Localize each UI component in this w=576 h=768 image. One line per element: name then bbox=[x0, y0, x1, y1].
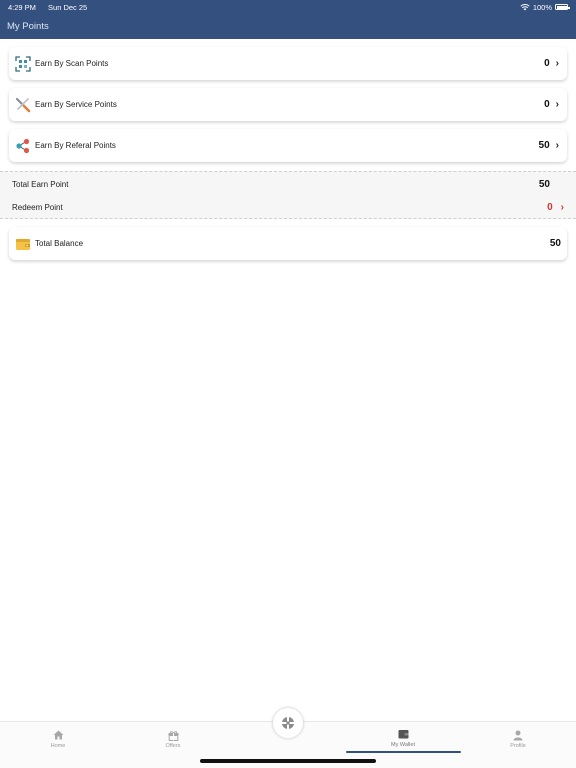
status-bar: 4:29 PM Sun Dec 25 100% bbox=[0, 0, 576, 14]
chevron-right-icon: › bbox=[555, 140, 559, 151]
page-title: My Points bbox=[7, 21, 49, 32]
card-label: Earn By Service Points bbox=[35, 100, 117, 109]
tools-icon bbox=[15, 97, 31, 113]
balance-value: 50 bbox=[549, 238, 561, 249]
card-total-balance: Total Balance 50 bbox=[9, 227, 567, 260]
status-time: 4:29 PM bbox=[8, 2, 36, 12]
wallet-icon bbox=[15, 236, 31, 252]
status-date: Sun Dec 25 bbox=[48, 2, 88, 12]
scan-focus-icon bbox=[282, 717, 294, 729]
scan-icon bbox=[15, 55, 31, 72]
total-earn-value: 50 bbox=[538, 178, 550, 190]
redeem-label: Redeem Point bbox=[12, 202, 63, 212]
card-scan-points[interactable]: Earn By Scan Points 0 › bbox=[9, 47, 567, 80]
center-scan-button[interactable] bbox=[273, 708, 303, 738]
user-icon bbox=[513, 730, 523, 741]
chevron-right-icon: › bbox=[555, 99, 559, 110]
total-earn-row: Total Earn Point 50 bbox=[12, 176, 564, 192]
card-value: 50 bbox=[538, 140, 550, 151]
points-summary: Total Earn Point 50 Redeem Point 0 › bbox=[0, 171, 576, 219]
balance-label: Total Balance bbox=[35, 239, 84, 248]
wallet-icon bbox=[398, 730, 408, 739]
tab-label: Home bbox=[50, 743, 66, 749]
active-tab-indicator bbox=[346, 751, 461, 753]
tab-offers[interactable]: Offers bbox=[143, 730, 203, 749]
card-value: 0 bbox=[544, 99, 550, 110]
card-value: 0 bbox=[544, 58, 550, 69]
card-service-points[interactable]: Earn By Service Points 0 › bbox=[9, 88, 567, 121]
share-icon bbox=[15, 138, 31, 154]
battery-icon bbox=[555, 4, 570, 10]
tab-label: Offers bbox=[165, 743, 181, 749]
home-icon bbox=[53, 730, 63, 740]
total-earn-label: Total Earn Point bbox=[12, 179, 69, 189]
card-label: Earn By Referal Points bbox=[35, 141, 116, 150]
card-referal-points[interactable]: Earn By Referal Points 50 › bbox=[9, 129, 567, 162]
redeem-value: 0 bbox=[547, 201, 553, 213]
chevron-right-icon: › bbox=[560, 201, 564, 213]
card-label: Earn By Scan Points bbox=[35, 59, 109, 68]
battery-percent: 100% bbox=[532, 2, 552, 12]
tab-profile[interactable]: Profile bbox=[488, 730, 548, 749]
tab-my-wallet[interactable]: My Wallet bbox=[373, 729, 433, 748]
home-indicator bbox=[200, 759, 376, 763]
tab-label: My Wallet bbox=[391, 742, 415, 748]
redeem-row[interactable]: Redeem Point 0 › bbox=[12, 199, 564, 215]
chevron-right-icon: › bbox=[555, 58, 559, 69]
page-header: My Points bbox=[0, 14, 576, 39]
gift-icon bbox=[168, 731, 178, 741]
wifi-icon bbox=[520, 3, 530, 10]
tab-home[interactable]: Home bbox=[28, 730, 88, 749]
tab-label: Profile bbox=[510, 743, 526, 749]
